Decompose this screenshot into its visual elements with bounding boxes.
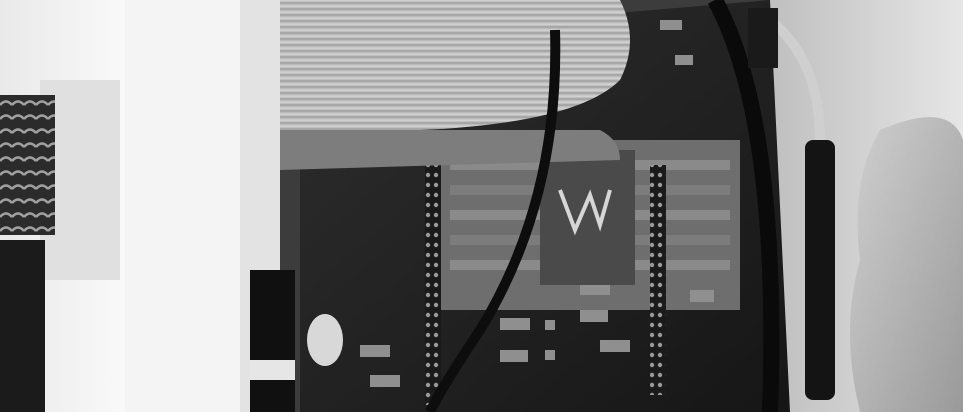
pin-header-left	[425, 160, 441, 405]
black-sleeve	[805, 140, 835, 400]
cable-bundle	[250, 270, 295, 412]
reflection-spot	[307, 314, 343, 366]
cable-tie	[250, 360, 295, 380]
photo-canvas	[0, 0, 963, 412]
dark-cable-left	[0, 240, 45, 412]
pin-header-right	[650, 165, 666, 395]
hand	[850, 117, 963, 412]
center-chip	[540, 150, 635, 285]
braided-wire	[0, 95, 55, 235]
photo	[0, 0, 963, 412]
connector-block	[748, 8, 778, 68]
